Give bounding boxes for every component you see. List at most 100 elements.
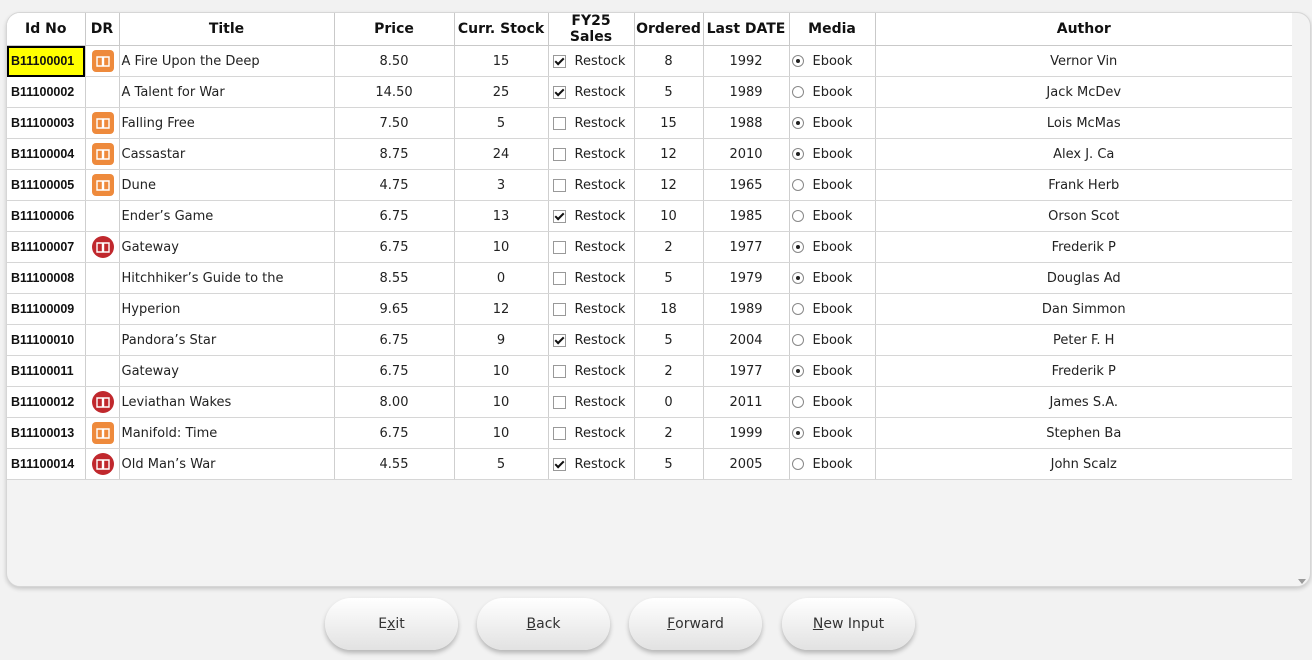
author-cell[interactable]: Alex J. Ca	[875, 138, 1292, 170]
column-header-title[interactable]: Title	[119, 13, 335, 46]
title-cell[interactable]: Old Man’s War	[119, 448, 335, 480]
table-row[interactable]: B11100007 Gateway 6.75 10 Restock 2 1977 Ebook F…	[7, 231, 1292, 263]
author-cell[interactable]: Vernor Vin	[875, 45, 1292, 77]
ordered-cell[interactable]: 5	[634, 448, 704, 480]
restock-checkbox[interactable]	[552, 457, 566, 471]
stock-cell[interactable]: 3	[454, 169, 549, 201]
ordered-cell[interactable]: 15	[634, 107, 704, 139]
book-icon[interactable]	[91, 112, 114, 134]
sales-cell[interactable]: Restock	[548, 324, 635, 356]
column-header-author[interactable]: Author	[875, 13, 1292, 46]
dr-cell[interactable]	[85, 417, 120, 449]
table-row[interactable]: B11100002 A Talent for War 14.50 25 Restock 5…	[7, 76, 1292, 108]
table-row[interactable]: B11100010 Pandora’s Star 6.75 9 Restock 5 2004…	[7, 324, 1292, 356]
restock-checkbox[interactable]	[552, 364, 566, 378]
author-cell[interactable]: John Scalz	[875, 448, 1292, 480]
price-cell[interactable]: 8.55	[334, 262, 455, 294]
id-cell[interactable]: B11100013	[7, 417, 86, 449]
price-cell[interactable]: 4.55	[334, 448, 455, 480]
sales-cell[interactable]: Restock	[548, 448, 635, 480]
sales-cell[interactable]: Restock	[548, 231, 635, 263]
title-cell[interactable]: Leviathan Wakes	[119, 386, 335, 418]
title-cell[interactable]: A Fire Upon the Deep	[119, 45, 335, 77]
column-header-dr[interactable]: DR	[85, 13, 120, 46]
price-cell[interactable]: 14.50	[334, 76, 455, 108]
restock-checkbox[interactable]	[552, 426, 566, 440]
author-cell[interactable]: Frederik P	[875, 355, 1292, 387]
dr-cell[interactable]	[85, 200, 120, 232]
date-cell[interactable]: 1965	[703, 169, 790, 201]
date-cell[interactable]: 2011	[703, 386, 790, 418]
date-cell[interactable]: 2004	[703, 324, 790, 356]
media-cell[interactable]: Ebook	[789, 417, 876, 449]
table-row[interactable]: B11100005 Dune 4.75 3 Restock 12 1965 Ebook Fran…	[7, 169, 1292, 201]
title-cell[interactable]: Hitchhiker’s Guide to the	[119, 262, 335, 294]
id-cell[interactable]: B11100014	[7, 448, 86, 480]
restock-checkbox[interactable]	[552, 54, 566, 68]
author-cell[interactable]: Lois McMas	[875, 107, 1292, 139]
dr-cell[interactable]	[85, 386, 120, 418]
book-icon[interactable]	[91, 50, 114, 72]
forward-button[interactable]: Forward	[629, 598, 762, 650]
ordered-cell[interactable]: 2	[634, 231, 704, 263]
stock-cell[interactable]: 10	[454, 355, 549, 387]
price-cell[interactable]: 6.75	[334, 355, 455, 387]
sales-cell[interactable]: Restock	[548, 355, 635, 387]
dr-cell[interactable]	[85, 293, 120, 325]
sales-cell[interactable]: Restock	[548, 138, 635, 170]
date-cell[interactable]: 1999	[703, 417, 790, 449]
date-cell[interactable]: 1992	[703, 45, 790, 77]
stock-cell[interactable]: 0	[454, 262, 549, 294]
id-cell[interactable]: B11100001	[7, 45, 86, 77]
media-radio[interactable]	[791, 86, 804, 98]
ordered-cell[interactable]: 2	[634, 355, 704, 387]
restock-checkbox[interactable]	[552, 209, 566, 223]
title-cell[interactable]: Cassastar	[119, 138, 335, 170]
date-cell[interactable]: 1977	[703, 355, 790, 387]
sales-cell[interactable]: Restock	[548, 107, 635, 139]
id-cell[interactable]: B11100005	[7, 169, 86, 201]
price-cell[interactable]: 6.75	[334, 200, 455, 232]
media-radio[interactable]	[791, 272, 804, 284]
media-cell[interactable]: Ebook	[789, 45, 876, 77]
restock-checkbox[interactable]	[552, 240, 566, 254]
media-radio[interactable]	[791, 396, 804, 408]
stock-cell[interactable]: 10	[454, 417, 549, 449]
ordered-cell[interactable]: 5	[634, 76, 704, 108]
sales-cell[interactable]: Restock	[548, 262, 635, 294]
media-cell[interactable]: Ebook	[789, 386, 876, 418]
sales-cell[interactable]: Restock	[548, 200, 635, 232]
ordered-cell[interactable]: 0	[634, 386, 704, 418]
book-icon[interactable]	[91, 453, 114, 475]
date-cell[interactable]: 1988	[703, 107, 790, 139]
title-cell[interactable]: Ender’s Game	[119, 200, 335, 232]
date-cell[interactable]: 1979	[703, 262, 790, 294]
id-cell[interactable]: B11100012	[7, 386, 86, 418]
new-input-button[interactable]: New Input	[782, 598, 915, 650]
dr-cell[interactable]	[85, 138, 120, 170]
stock-cell[interactable]: 13	[454, 200, 549, 232]
price-cell[interactable]: 6.75	[334, 324, 455, 356]
price-cell[interactable]: 8.00	[334, 386, 455, 418]
book-icon[interactable]	[91, 143, 114, 165]
restock-checkbox[interactable]	[552, 116, 566, 130]
dr-cell[interactable]	[85, 107, 120, 139]
title-cell[interactable]: Manifold: Time	[119, 417, 335, 449]
stock-cell[interactable]: 5	[454, 448, 549, 480]
media-radio[interactable]	[791, 241, 804, 253]
author-cell[interactable]: Peter F. H	[875, 324, 1292, 356]
ordered-cell[interactable]: 2	[634, 417, 704, 449]
date-cell[interactable]: 1977	[703, 231, 790, 263]
media-cell[interactable]: Ebook	[789, 324, 876, 356]
date-cell[interactable]: 1985	[703, 200, 790, 232]
media-radio[interactable]	[791, 458, 804, 470]
sales-cell[interactable]: Restock	[548, 169, 635, 201]
restock-checkbox[interactable]	[552, 395, 566, 409]
price-cell[interactable]: 8.50	[334, 45, 455, 77]
column-header-media[interactable]: Media	[789, 13, 876, 46]
stock-cell[interactable]: 10	[454, 231, 549, 263]
title-cell[interactable]: Dune	[119, 169, 335, 201]
stock-cell[interactable]: 5	[454, 107, 549, 139]
media-cell[interactable]: Ebook	[789, 293, 876, 325]
scroll-down-arrow-icon[interactable]	[1298, 579, 1306, 584]
